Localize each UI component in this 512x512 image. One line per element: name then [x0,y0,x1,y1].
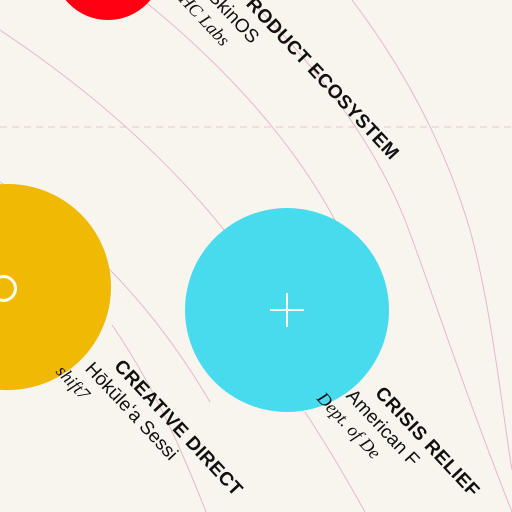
plus-icon[interactable] [270,293,304,327]
project-orbit-canvas: PRODUCT ECOSYSTEM SkinOS HC Labs CREATIV… [0,0,512,512]
